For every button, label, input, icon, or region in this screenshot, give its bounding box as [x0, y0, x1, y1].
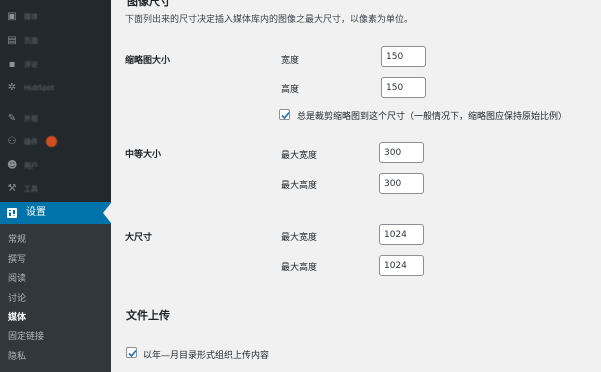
active-menu-arrow [103, 203, 111, 223]
sidebar-item-settings[interactable]: 设置 [0, 202, 111, 224]
settings-icon [7, 208, 17, 218]
sidebar-item-hubspot[interactable]: ✲ HubSpot [0, 77, 111, 99]
media-icon: ▣ [7, 11, 17, 22]
section-heading-uploads: 文件上传 [126, 309, 170, 322]
sidebar-item-media[interactable]: ▣ 媒体 [0, 6, 111, 28]
sidebar-item-label: HubSpot [24, 84, 55, 92]
plugins-icon: ⚇ [7, 136, 17, 147]
sidebar-item-label: 设置 [26, 207, 46, 218]
section-heading-image-sizes: 图像尺寸 [127, 0, 171, 8]
sidebar-item-label: 页面 [24, 37, 38, 45]
medium-max-height-input[interactable] [379, 173, 424, 194]
checkmark-icon [281, 111, 290, 120]
submenu-item-discussion[interactable]: 讨论 [8, 293, 26, 305]
large-max-width-label: 最大宽度 [281, 233, 318, 243]
submenu-item-permalinks[interactable]: 固定链接 [8, 331, 44, 343]
sidebar-item-appearance[interactable]: ✎ 外观 [0, 108, 111, 130]
sidebar-item-label: 外观 [24, 115, 38, 123]
submenu-item-general[interactable]: 常规 [8, 234, 26, 246]
thumbnail-size-label: 缩略图大小 [125, 56, 171, 66]
crop-thumbnail-checkbox[interactable] [279, 109, 290, 120]
organize-uploads-checkbox[interactable] [126, 347, 137, 358]
sidebar-item-tools[interactable]: ⚒ 工具 [0, 178, 111, 200]
media-settings-main: 图像尺寸 下面列出来的尺寸决定插入媒体库内的图像之最大尺寸，以像素为单位。 缩略… [111, 0, 601, 372]
medium-size-label: 中等大小 [125, 150, 162, 160]
organize-uploads-label: 以年—月目录形式组织上传内容 [143, 351, 270, 361]
large-max-height-label: 最大高度 [281, 263, 318, 273]
section-description: 下面列出来的尺寸决定插入媒体库内的图像之最大尺寸，以像素为单位。 [125, 15, 414, 25]
sidebar-item-label: 工具 [24, 185, 38, 193]
crop-thumbnail-label: 总是裁剪缩略图到这个尺寸（一般情况下，缩略图应保持原始比例） [297, 112, 568, 122]
sidebar-item-label: 评论 [24, 61, 38, 69]
pages-icon: ▤ [7, 35, 17, 46]
tools-icon: ⚒ [7, 183, 17, 194]
sidebar-item-label: 插件 [24, 138, 38, 146]
checkmark-icon [128, 349, 137, 358]
comments-icon: ▪ [8, 59, 16, 70]
users-icon: ☻ [7, 160, 18, 171]
submenu-item-privacy[interactable]: 隐私 [8, 351, 26, 363]
large-max-height-input[interactable] [379, 255, 424, 276]
submenu-item-reading[interactable]: 阅读 [8, 273, 26, 285]
submenu-item-media[interactable]: 媒体 [8, 312, 26, 324]
sidebar-item-label: 媒体 [24, 13, 38, 21]
sidebar-item-plugins[interactable]: ⚇ 插件 [0, 131, 111, 153]
admin-sidebar: ▣ 媒体 ▤ 页面 ▪ 评论 ✲ HubSpot ✎ 外观 ⚇ 插件 ☻ 用户 … [0, 0, 111, 372]
settings-submenu: 常规 撰写 阅读 讨论 媒体 固定链接 隐私 [0, 224, 111, 372]
medium-max-width-input[interactable] [379, 142, 424, 163]
update-count-badge [46, 136, 57, 147]
medium-max-width-label: 最大宽度 [281, 151, 318, 161]
thumbnail-width-label: 宽度 [281, 56, 300, 66]
thumbnail-width-input[interactable] [381, 46, 426, 67]
sidebar-item-label: 用户 [24, 162, 38, 170]
sidebar-item-pages[interactable]: ▤ 页面 [0, 30, 111, 52]
large-max-width-input[interactable] [379, 224, 424, 245]
thumbnail-height-input[interactable] [381, 77, 426, 98]
appearance-icon: ✎ [7, 113, 17, 124]
sidebar-item-users[interactable]: ☻ 用户 [0, 155, 111, 177]
hubspot-icon: ✲ [7, 82, 17, 93]
submenu-item-writing[interactable]: 撰写 [8, 254, 26, 266]
medium-max-height-label: 最大高度 [281, 181, 318, 191]
large-size-label: 大尺寸 [125, 233, 153, 243]
thumbnail-height-label: 高度 [281, 85, 300, 95]
sidebar-item-comments[interactable]: ▪ 评论 [0, 54, 111, 76]
